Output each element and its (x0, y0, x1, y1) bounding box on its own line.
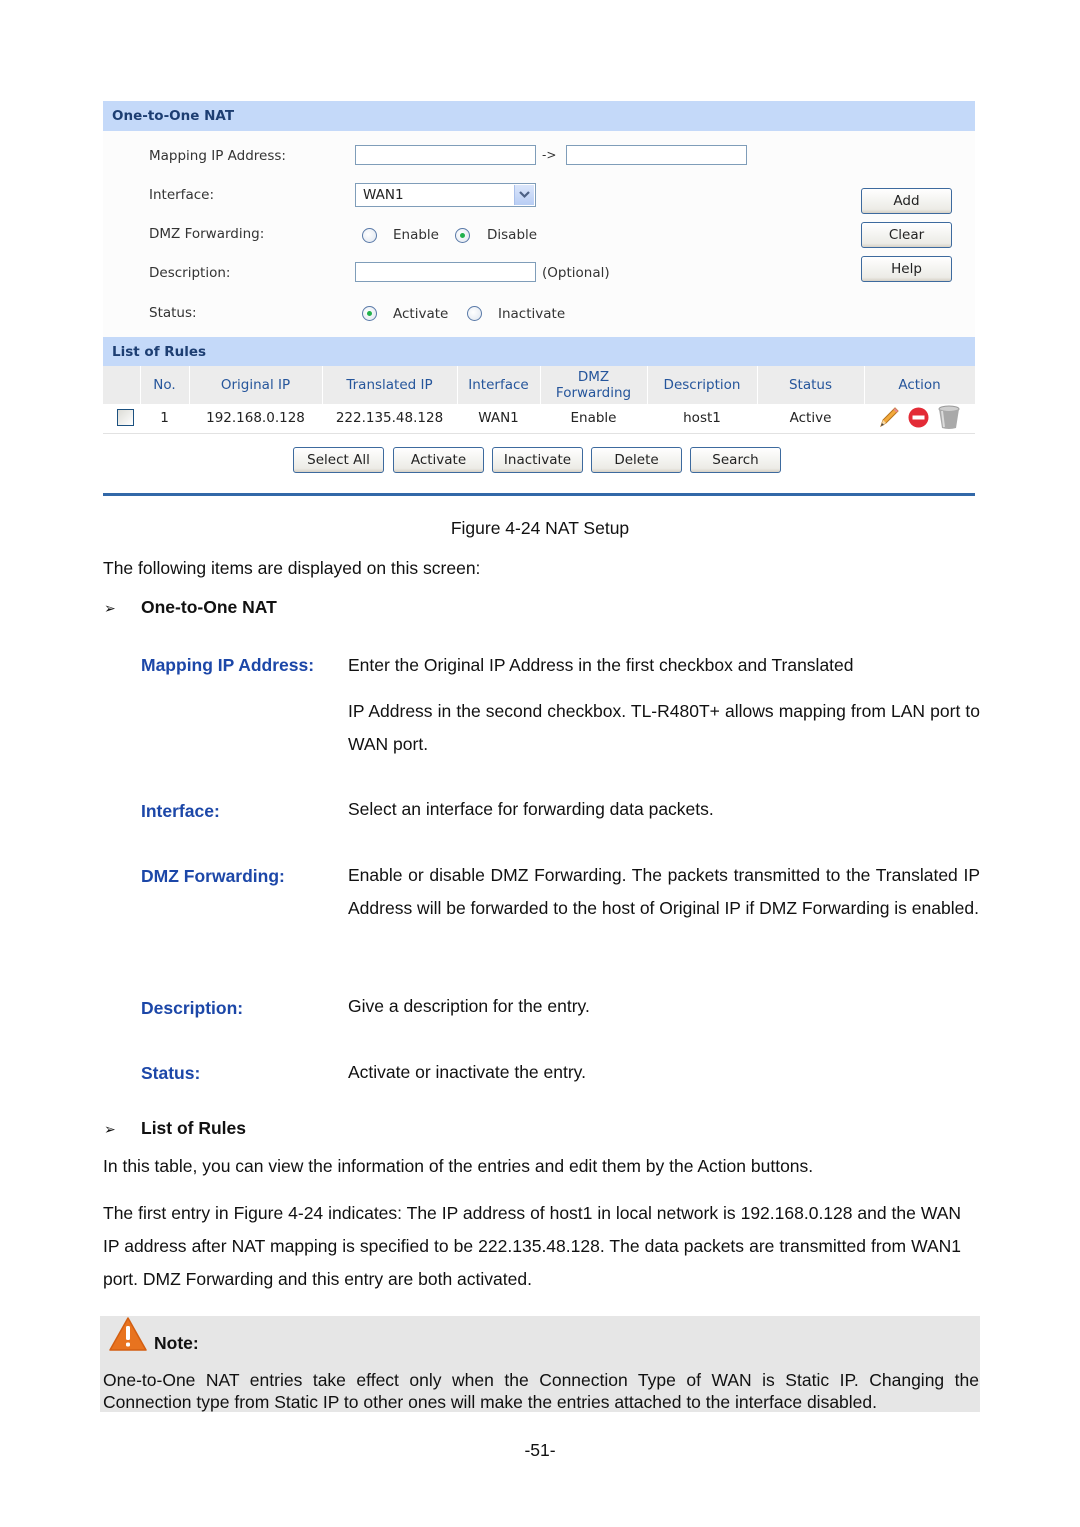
cell-dmz-forwarding: Enable (570, 410, 617, 426)
column-header-interface: Interface (468, 377, 529, 393)
dmz-header-line2: Forwarding (555, 385, 632, 401)
description-optional-hint: (Optional) (542, 265, 610, 281)
column-header-translated-ip: Translated IP (346, 377, 433, 393)
dmz-forwarding-label: DMZ Forwarding: (149, 226, 265, 242)
edit-pencil-icon[interactable] (877, 405, 901, 433)
term-mapping-ip-address: Mapping IP Address: (141, 655, 315, 675)
status-inactivate-label: Inactivate (498, 306, 566, 322)
term-dmz-forwarding: DMZ Forwarding: (141, 866, 285, 886)
warning-icon (109, 1317, 147, 1356)
column-header-action: Action (898, 377, 941, 393)
column-header-description: Description (663, 377, 741, 393)
column-header-original-ip: Original IP (220, 377, 291, 393)
add-button[interactable]: Add (861, 188, 952, 214)
dmz-header-line1: DMZ (577, 369, 610, 385)
note-title: Note: (154, 1333, 199, 1353)
cell-description: host1 (683, 410, 721, 426)
term-interface: Interface: (141, 801, 220, 821)
column-header-no: No. (153, 377, 176, 393)
description-input[interactable] (355, 262, 536, 282)
interface-label: Interface: (149, 187, 214, 203)
cell-original-ip: 192.168.0.128 (206, 410, 305, 426)
desc-mapping-ip-line1: Enter the Original IP Address in the fir… (348, 655, 854, 675)
dmz-disable-label: Disable (487, 227, 538, 243)
term-description: Description: (141, 998, 244, 1018)
help-button[interactable]: Help (861, 256, 952, 282)
dmz-enable-radio[interactable] (362, 228, 377, 243)
desc-interface: Select an interface for forwarding data … (348, 799, 714, 819)
column-header-dmz-forwarding: DMZ Forwarding (540, 366, 647, 404)
paragraph-first-entry: The first entry in Figure 4-24 indicates… (103, 1203, 961, 1289)
cell-status: Active (789, 410, 832, 426)
desc-status: Activate or inactivate the entry. (348, 1062, 586, 1082)
bullet-arrow-icon: ➢ (104, 1121, 116, 1137)
status-activate-radio[interactable] (362, 306, 377, 321)
one-to-one-nat-header: One-to-One NAT (103, 101, 975, 131)
dmz-disable-radio[interactable] (455, 228, 470, 243)
translated-ip-input[interactable] (566, 145, 747, 165)
desc-mapping-ip-rest: IP Address in the second checkbox. TL-R4… (348, 701, 980, 754)
mapping-arrow: -> (542, 148, 557, 162)
inactivate-button[interactable]: Inactivate (492, 447, 583, 473)
status-activate-label: Activate (393, 306, 449, 322)
chevron-down-icon[interactable] (514, 185, 534, 205)
search-button[interactable]: Search (690, 447, 781, 473)
interface-select[interactable]: WAN1 (355, 183, 536, 207)
status-label: Status: (149, 305, 197, 321)
row-select-checkbox[interactable] (117, 409, 134, 426)
activate-button[interactable]: Activate (393, 447, 484, 473)
description-label: Description: (149, 265, 231, 281)
clear-button[interactable]: Clear (861, 222, 952, 248)
dmz-enable-label: Enable (393, 227, 439, 243)
intro-text: The following items are displayed on thi… (103, 558, 481, 578)
bullet-arrow-icon: ➢ (104, 600, 116, 616)
interface-selected-value: WAN1 (363, 187, 404, 203)
list-of-rules-header: List of Rules (103, 337, 975, 367)
cell-no: 1 (160, 410, 169, 426)
page-number: -51- (524, 1440, 556, 1460)
delete-button[interactable]: Delete (591, 447, 682, 473)
cell-translated-ip: 222.135.48.128 (335, 410, 444, 426)
note-text: One-to-One NAT entries take effect only … (103, 1370, 979, 1412)
section-title: List of Rules (112, 344, 207, 360)
original-ip-input[interactable] (355, 145, 536, 165)
section-title: One-to-One NAT (112, 108, 235, 124)
delete-trash-icon[interactable] (938, 405, 960, 434)
figure-caption: Figure 4-24 NAT Setup (450, 518, 630, 538)
desc-description: Give a description for the entry. (348, 996, 590, 1016)
cell-interface: WAN1 (478, 410, 519, 426)
term-status: Status: (141, 1063, 201, 1083)
section-heading-one-to-one-nat: One-to-One NAT (141, 597, 277, 617)
inactivate-minus-icon[interactable] (908, 407, 929, 432)
paragraph-table-intro: In this table, you can view the informat… (103, 1156, 814, 1176)
status-inactivate-radio[interactable] (467, 306, 482, 321)
desc-dmz-forwarding: Enable or disable DMZ Forwarding. The pa… (348, 865, 980, 918)
figure-bottom-rule (103, 493, 975, 496)
section-heading-list-of-rules: List of Rules (141, 1118, 247, 1138)
column-header-status: Status (788, 377, 833, 393)
mapping-ip-label: Mapping IP Address: (149, 148, 286, 164)
select-all-button[interactable]: Select All (293, 447, 384, 473)
